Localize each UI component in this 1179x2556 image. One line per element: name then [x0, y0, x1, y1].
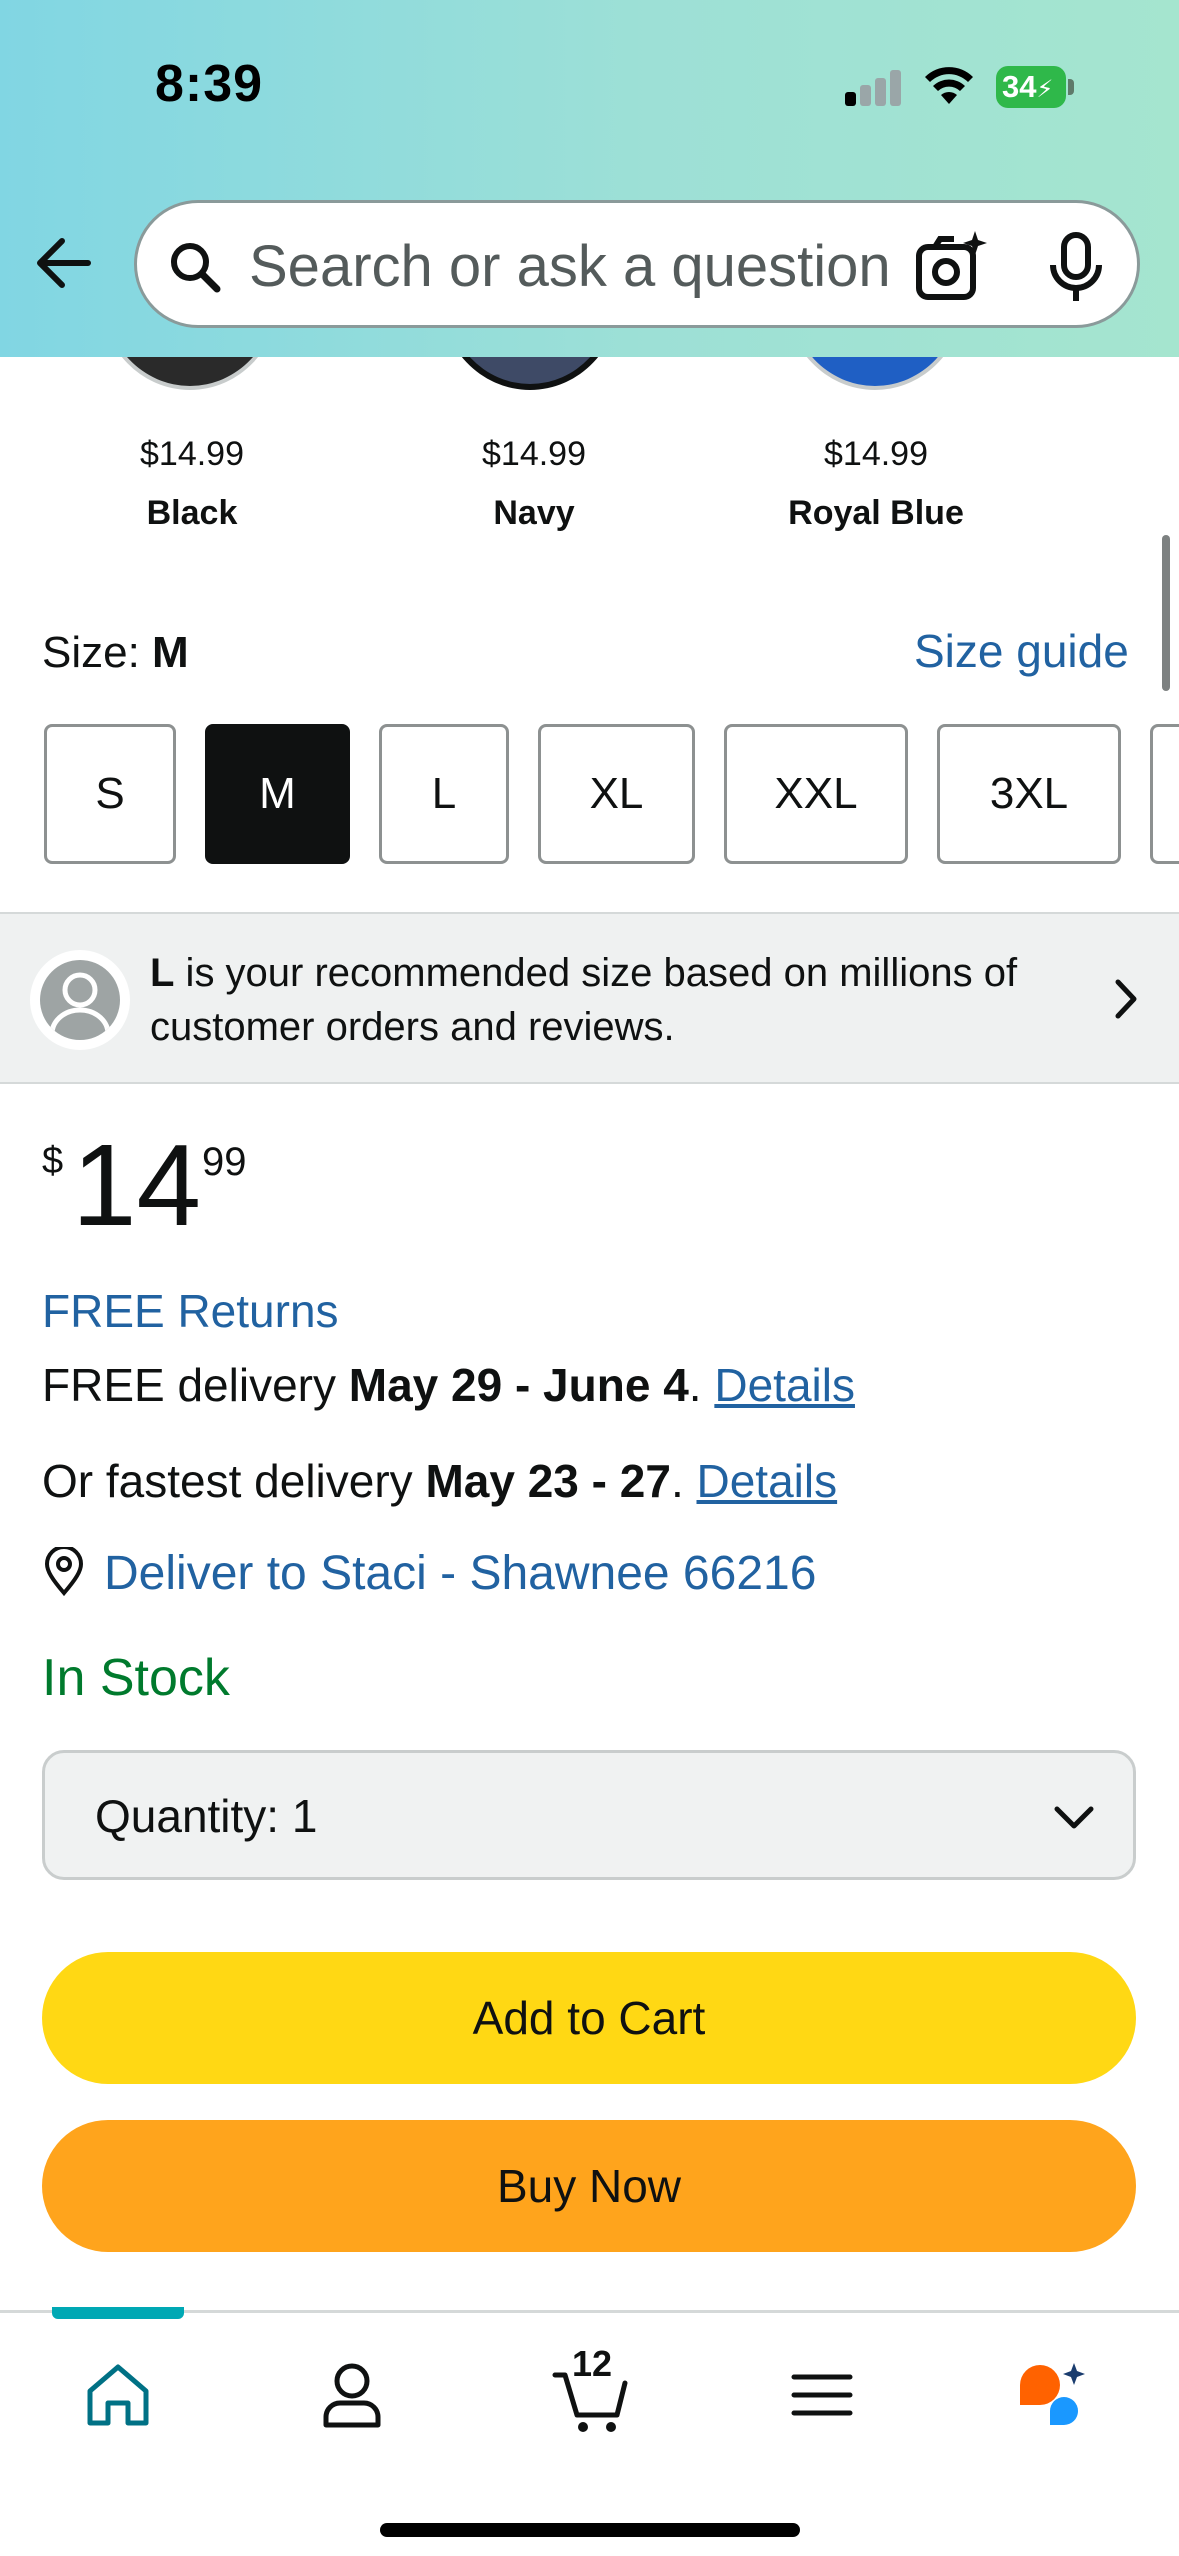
color-price: $14.99: [140, 435, 244, 473]
battery-icon: 34⚡: [996, 66, 1076, 108]
size-option-xl[interactable]: XL: [538, 724, 695, 864]
header: 8:39 34⚡ Search or ask a question: [0, 0, 1179, 357]
quantity-select[interactable]: Quantity: 1: [42, 1750, 1136, 1880]
fastest-delivery: Or fastest delivery May 23 - 27. Details: [42, 1455, 838, 1507]
recommendation-text: L is your recommended size based on mill…: [150, 951, 1018, 1049]
status-time: 8:39: [155, 55, 264, 113]
price-fraction: 99: [202, 1140, 247, 1184]
size-option-xxl[interactable]: XXL: [724, 724, 908, 864]
quantity-label: Quantity: 1: [95, 1790, 318, 1842]
selected-size: M: [152, 628, 189, 677]
back-arrow-icon[interactable]: [30, 228, 100, 298]
size-recommendation-banner[interactable]: L is your recommended size based on mill…: [0, 912, 1179, 1084]
size-option-m[interactable]: M: [205, 724, 350, 864]
free-returns-link[interactable]: FREE Returns: [42, 1284, 339, 1338]
details-link[interactable]: Details: [714, 1359, 855, 1411]
price-currency: $: [42, 1140, 64, 1182]
cellular-signal-icon: [845, 70, 903, 106]
size-option-3xl[interactable]: 3XL: [937, 724, 1121, 864]
account-icon[interactable]: [312, 2355, 392, 2435]
rufus-assistant-icon[interactable]: [1012, 2355, 1092, 2435]
add-to-cart-button[interactable]: Add to Cart: [42, 1952, 1136, 2084]
person-icon: [49, 972, 111, 1035]
standard-delivery: FREE delivery May 29 - June 4. Details: [42, 1359, 855, 1411]
color-option-black[interactable]: $14.99 Black: [72, 435, 312, 533]
avatar: [30, 950, 130, 1050]
menu-icon[interactable]: [782, 2355, 862, 2435]
home-indicator: [380, 2523, 800, 2537]
active-tab-indicator: [52, 2307, 184, 2319]
camera-search-icon[interactable]: [913, 229, 989, 305]
color-option-royal-blue[interactable]: $14.99 Royal Blue: [756, 435, 996, 533]
scroll-indicator: [1162, 535, 1170, 691]
home-icon[interactable]: [78, 2355, 158, 2435]
standard-delivery-dates: May 29 - June 4: [348, 1359, 689, 1411]
location-pin-icon: [44, 1547, 84, 1597]
size-option-more[interactable]: [1150, 724, 1179, 864]
size-option-l[interactable]: L: [379, 724, 509, 864]
bottom-nav: 12: [0, 2307, 1179, 2556]
search-placeholder: Search or ask a question: [249, 234, 891, 299]
quantity-value: 1: [291, 1790, 318, 1842]
chevron-down-icon: [1054, 1806, 1094, 1829]
color-name: Black: [146, 494, 238, 532]
chevron-right-icon: [1115, 979, 1137, 1019]
recommended-size: L: [150, 951, 175, 995]
cart-count-badge: 12: [572, 2343, 613, 2384]
wifi-icon: [925, 67, 973, 104]
deliver-to-link[interactable]: Deliver to Staci - Shawnee 66216: [42, 1546, 816, 1601]
details-link[interactable]: Details: [697, 1455, 838, 1507]
color-price: $14.99: [482, 435, 586, 473]
size-guide-link[interactable]: Size guide: [914, 624, 1129, 678]
price-whole: 14: [72, 1120, 202, 1250]
buy-now-button[interactable]: Buy Now: [42, 2120, 1136, 2252]
size-option-s[interactable]: S: [44, 724, 176, 864]
size-label: Size: M: [42, 628, 189, 677]
search-icon: [171, 243, 221, 293]
color-name: Navy: [493, 494, 575, 532]
color-option-navy[interactable]: $14.99 Navy: [414, 435, 654, 533]
microphone-icon[interactable]: [1043, 231, 1109, 305]
stock-status: In Stock: [42, 1649, 230, 1707]
battery-level: 34: [1002, 69, 1037, 104]
color-price: $14.99: [824, 435, 928, 473]
search-input[interactable]: Search or ask a question: [134, 200, 1140, 328]
color-name: Royal Blue: [788, 494, 964, 532]
fastest-delivery-dates: May 23 - 27: [425, 1455, 671, 1507]
